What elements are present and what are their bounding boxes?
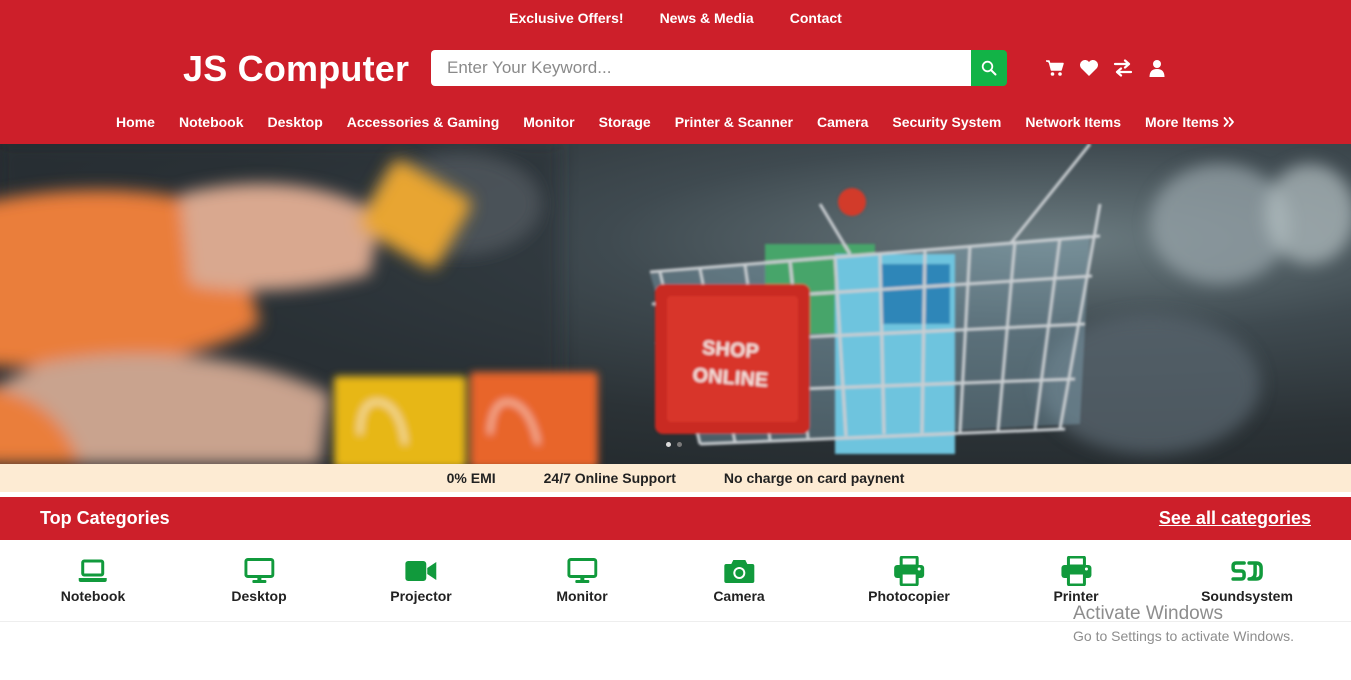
search-bar: [431, 50, 1007, 86]
category-desktop[interactable]: Desktop: [231, 556, 287, 604]
monitor-icon: [566, 556, 598, 586]
nav-storage[interactable]: Storage: [599, 114, 651, 130]
category-label: Projector: [390, 588, 452, 604]
watermark-title: Activate Windows: [1073, 603, 1223, 624]
category-projector[interactable]: Projector: [390, 556, 452, 604]
nav-home[interactable]: Home: [116, 114, 155, 130]
category-label: Desktop: [231, 588, 287, 604]
top-categories-header: Top Categories See all categories: [0, 497, 1351, 540]
compare-icon[interactable]: [1113, 58, 1133, 78]
nav-notebook[interactable]: Notebook: [179, 114, 244, 130]
nav-network-items[interactable]: Network Items: [1025, 114, 1121, 130]
cart-icon[interactable]: [1045, 58, 1065, 78]
header-actions: [1045, 58, 1167, 78]
top-nav-contact[interactable]: Contact: [790, 10, 842, 26]
category-label: Soundsystem: [1201, 588, 1293, 604]
heart-icon[interactable]: [1079, 58, 1099, 78]
nav-more-items[interactable]: More Items: [1145, 114, 1235, 130]
laptop-icon: [77, 556, 109, 586]
hero-sign-line1: SHOP: [701, 337, 759, 363]
category-label: Printer: [1053, 588, 1099, 604]
nav-printer-scanner[interactable]: Printer & Scanner: [675, 114, 793, 130]
top-categories-title: Top Categories: [40, 508, 170, 528]
nav-accessories-gaming[interactable]: Accessories & Gaming: [347, 114, 500, 130]
top-nav-exclusive-offers[interactable]: Exclusive Offers!: [509, 10, 623, 26]
printer-icon: [893, 556, 925, 586]
nav-desktop[interactable]: Desktop: [268, 114, 323, 130]
user-icon[interactable]: [1147, 58, 1167, 78]
soundsystem-icon: [1231, 556, 1263, 586]
category-camera[interactable]: Camera: [713, 556, 765, 604]
printer-icon: [1060, 556, 1092, 586]
carousel-dots: [666, 442, 682, 447]
category-notebook[interactable]: Notebook: [60, 556, 126, 604]
see-all-categories-link[interactable]: See all categories: [1159, 508, 1311, 529]
windows-activation-watermark: Activate Windows Go to Settings to activ…: [1073, 603, 1294, 644]
perk-emi: 0% EMI: [446, 470, 496, 486]
category-monitor[interactable]: Monitor: [556, 556, 608, 604]
carousel-dot[interactable]: [677, 442, 682, 447]
perk-support: 24/7 Online Support: [543, 470, 676, 486]
perk-no-card-charge: No charge on card paynent: [723, 470, 905, 486]
category-label: Notebook: [60, 588, 126, 604]
category-label: Photocopier: [868, 588, 950, 604]
watermark-subtitle: Go to Settings to activate Windows.: [1073, 628, 1294, 644]
search-input[interactable]: [431, 50, 971, 86]
category-label: Monitor: [556, 588, 608, 604]
category-printer[interactable]: Printer: [1053, 556, 1099, 604]
site-header: Exclusive Offers! News & Media Contact J…: [0, 0, 1351, 144]
category-label: Camera: [713, 588, 765, 604]
video-camera-icon: [405, 556, 437, 586]
nav-more-items-label: More Items: [1145, 114, 1219, 130]
top-nav-news-media[interactable]: News & Media: [660, 10, 754, 26]
top-nav: Exclusive Offers! News & Media Contact: [0, 10, 1351, 26]
carousel-dot-active[interactable]: [666, 442, 671, 447]
camera-icon: [723, 556, 755, 586]
site-logo[interactable]: JS Computer: [183, 48, 409, 90]
category-soundsystem[interactable]: Soundsystem: [1201, 556, 1293, 604]
main-nav: Home Notebook Desktop Accessories & Gami…: [0, 114, 1351, 130]
double-chevron-right-icon: [1223, 117, 1234, 127]
desktop-icon: [243, 556, 275, 586]
nav-monitor[interactable]: Monitor: [523, 114, 574, 130]
hero-banner: SHOP ONLINE: [0, 144, 1351, 464]
nav-security-system[interactable]: Security System: [892, 114, 1001, 130]
nav-camera[interactable]: Camera: [817, 114, 868, 130]
search-icon: [981, 60, 997, 76]
search-button[interactable]: [971, 50, 1007, 86]
hero-image: SHOP ONLINE: [0, 144, 1351, 464]
category-photocopier[interactable]: Photocopier: [868, 556, 950, 604]
perks-bar: 0% EMI 24/7 Online Support No charge on …: [0, 464, 1351, 492]
